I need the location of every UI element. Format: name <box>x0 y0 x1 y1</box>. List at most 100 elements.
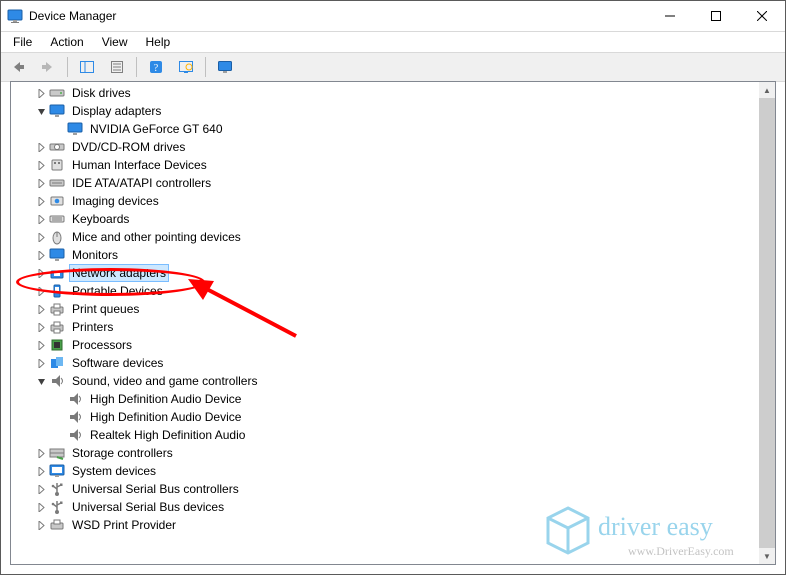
tree-row[interactable]: Monitors <box>11 246 759 264</box>
scroll-up-button[interactable]: ▲ <box>759 82 775 98</box>
expand-icon[interactable] <box>33 337 49 353</box>
tree-item-label: Imaging devices <box>69 192 162 210</box>
toolbar-help-button[interactable]: ? <box>143 54 169 80</box>
tree-row[interactable]: High Definition Audio Device <box>11 408 759 426</box>
toolbar-properties-button[interactable] <box>104 54 130 80</box>
toolbar-forward-button[interactable] <box>35 54 61 80</box>
printer-icon <box>49 301 65 317</box>
expand-icon[interactable] <box>33 157 49 173</box>
tree-item-label: System devices <box>69 462 159 480</box>
titlebar: Device Manager <box>1 1 785 32</box>
tree-item-label: Universal Serial Bus devices <box>69 498 227 516</box>
svg-text:?: ? <box>154 63 159 74</box>
tree-row[interactable]: Storage controllers <box>11 444 759 462</box>
scroll-down-button[interactable]: ▼ <box>759 548 775 564</box>
tree-row[interactable]: Portable Devices <box>11 282 759 300</box>
tree-item-label: Processors <box>69 336 135 354</box>
toolbar-monitor-button[interactable] <box>212 54 238 80</box>
tree-row[interactable]: NVIDIA GeForce GT 640 <box>11 120 759 138</box>
tree-row[interactable]: Printers <box>11 318 759 336</box>
tree-item-label: Monitors <box>69 246 121 264</box>
menu-help[interactable]: Help <box>138 33 179 51</box>
tree-item-label: WSD Print Provider <box>69 516 179 534</box>
tree-row[interactable]: WSD Print Provider <box>11 516 759 534</box>
expand-icon[interactable] <box>33 211 49 227</box>
vertical-scrollbar[interactable]: ▲ ▼ <box>759 82 775 564</box>
hid-icon <box>49 157 65 173</box>
tree-row[interactable]: Imaging devices <box>11 192 759 210</box>
keyboard-icon <box>49 211 65 227</box>
menu-view[interactable]: View <box>94 33 136 51</box>
menu-action[interactable]: Action <box>42 33 91 51</box>
expand-icon[interactable] <box>33 463 49 479</box>
expand-icon[interactable] <box>33 265 49 281</box>
tree-row[interactable]: System devices <box>11 462 759 480</box>
toolbar-separator <box>205 57 206 77</box>
tree-row[interactable]: Sound, video and game controllers <box>11 372 759 390</box>
menu-file[interactable]: File <box>5 33 40 51</box>
toolbar-separator <box>136 57 137 77</box>
wsd-icon <box>49 517 65 533</box>
tree-row[interactable]: DVD/CD-ROM drives <box>11 138 759 156</box>
toolbar-show-hide-tree-button[interactable] <box>74 54 100 80</box>
expand-icon[interactable] <box>33 175 49 191</box>
portable-icon <box>49 283 65 299</box>
expand-icon[interactable] <box>33 301 49 317</box>
tree-item-label: Network adapters <box>69 264 169 282</box>
expand-icon[interactable] <box>33 193 49 209</box>
tree-row[interactable]: Disk drives <box>11 84 759 102</box>
tree-row[interactable]: Universal Serial Bus controllers <box>11 480 759 498</box>
display-icon <box>67 121 83 137</box>
toolbar-separator <box>67 57 68 77</box>
disk-icon <box>49 85 65 101</box>
mouse-icon <box>49 229 65 245</box>
expand-icon[interactable] <box>33 319 49 335</box>
tree-item-label: Mice and other pointing devices <box>69 228 244 246</box>
scroll-track[interactable] <box>759 98 775 548</box>
tree-row[interactable]: IDE ATA/ATAPI controllers <box>11 174 759 192</box>
expand-icon[interactable] <box>33 85 49 101</box>
tree-item-label: High Definition Audio Device <box>87 408 244 426</box>
sound-icon <box>49 373 65 389</box>
monitor-icon <box>49 247 65 263</box>
expand-icon[interactable] <box>33 283 49 299</box>
maximize-button[interactable] <box>693 1 739 31</box>
toolbar-back-button[interactable] <box>5 54 31 80</box>
expand-icon[interactable] <box>33 517 49 533</box>
close-button[interactable] <box>739 1 785 31</box>
printer-icon <box>49 319 65 335</box>
minimize-button[interactable] <box>647 1 693 31</box>
expand-icon[interactable] <box>33 139 49 155</box>
expand-icon[interactable] <box>33 229 49 245</box>
expand-icon[interactable] <box>33 499 49 515</box>
scroll-thumb[interactable] <box>759 98 775 548</box>
tree-row[interactable]: Universal Serial Bus devices <box>11 498 759 516</box>
tree-row[interactable]: Software devices <box>11 354 759 372</box>
expand-icon[interactable] <box>33 355 49 371</box>
app-icon <box>7 8 23 24</box>
collapse-icon[interactable] <box>33 373 49 389</box>
ide-icon <box>49 175 65 191</box>
expand-icon[interactable] <box>33 481 49 497</box>
tree-item-label: High Definition Audio Device <box>87 390 244 408</box>
tree-row[interactable]: Network adapters <box>11 264 759 282</box>
usb-icon <box>49 499 65 515</box>
tree-row[interactable]: Human Interface Devices <box>11 156 759 174</box>
tree-row[interactable]: Realtek High Definition Audio <box>11 426 759 444</box>
tree-row[interactable]: Print queues <box>11 300 759 318</box>
device-tree[interactable]: Disk drivesDisplay adaptersNVIDIA GeForc… <box>11 82 759 564</box>
sound-icon <box>67 391 83 407</box>
tree-item-label: Storage controllers <box>69 444 176 462</box>
tree-row[interactable]: Keyboards <box>11 210 759 228</box>
collapse-icon[interactable] <box>33 103 49 119</box>
device-manager-window: Device Manager File Action View Help <box>0 0 786 575</box>
tree-item-label: DVD/CD-ROM drives <box>69 138 188 156</box>
tree-row[interactable]: High Definition Audio Device <box>11 390 759 408</box>
sound-icon <box>67 409 83 425</box>
tree-row[interactable]: Processors <box>11 336 759 354</box>
expand-icon[interactable] <box>33 445 49 461</box>
toolbar-scan-hardware-button[interactable] <box>173 54 199 80</box>
tree-row[interactable]: Mice and other pointing devices <box>11 228 759 246</box>
tree-row[interactable]: Display adapters <box>11 102 759 120</box>
expand-icon[interactable] <box>33 247 49 263</box>
